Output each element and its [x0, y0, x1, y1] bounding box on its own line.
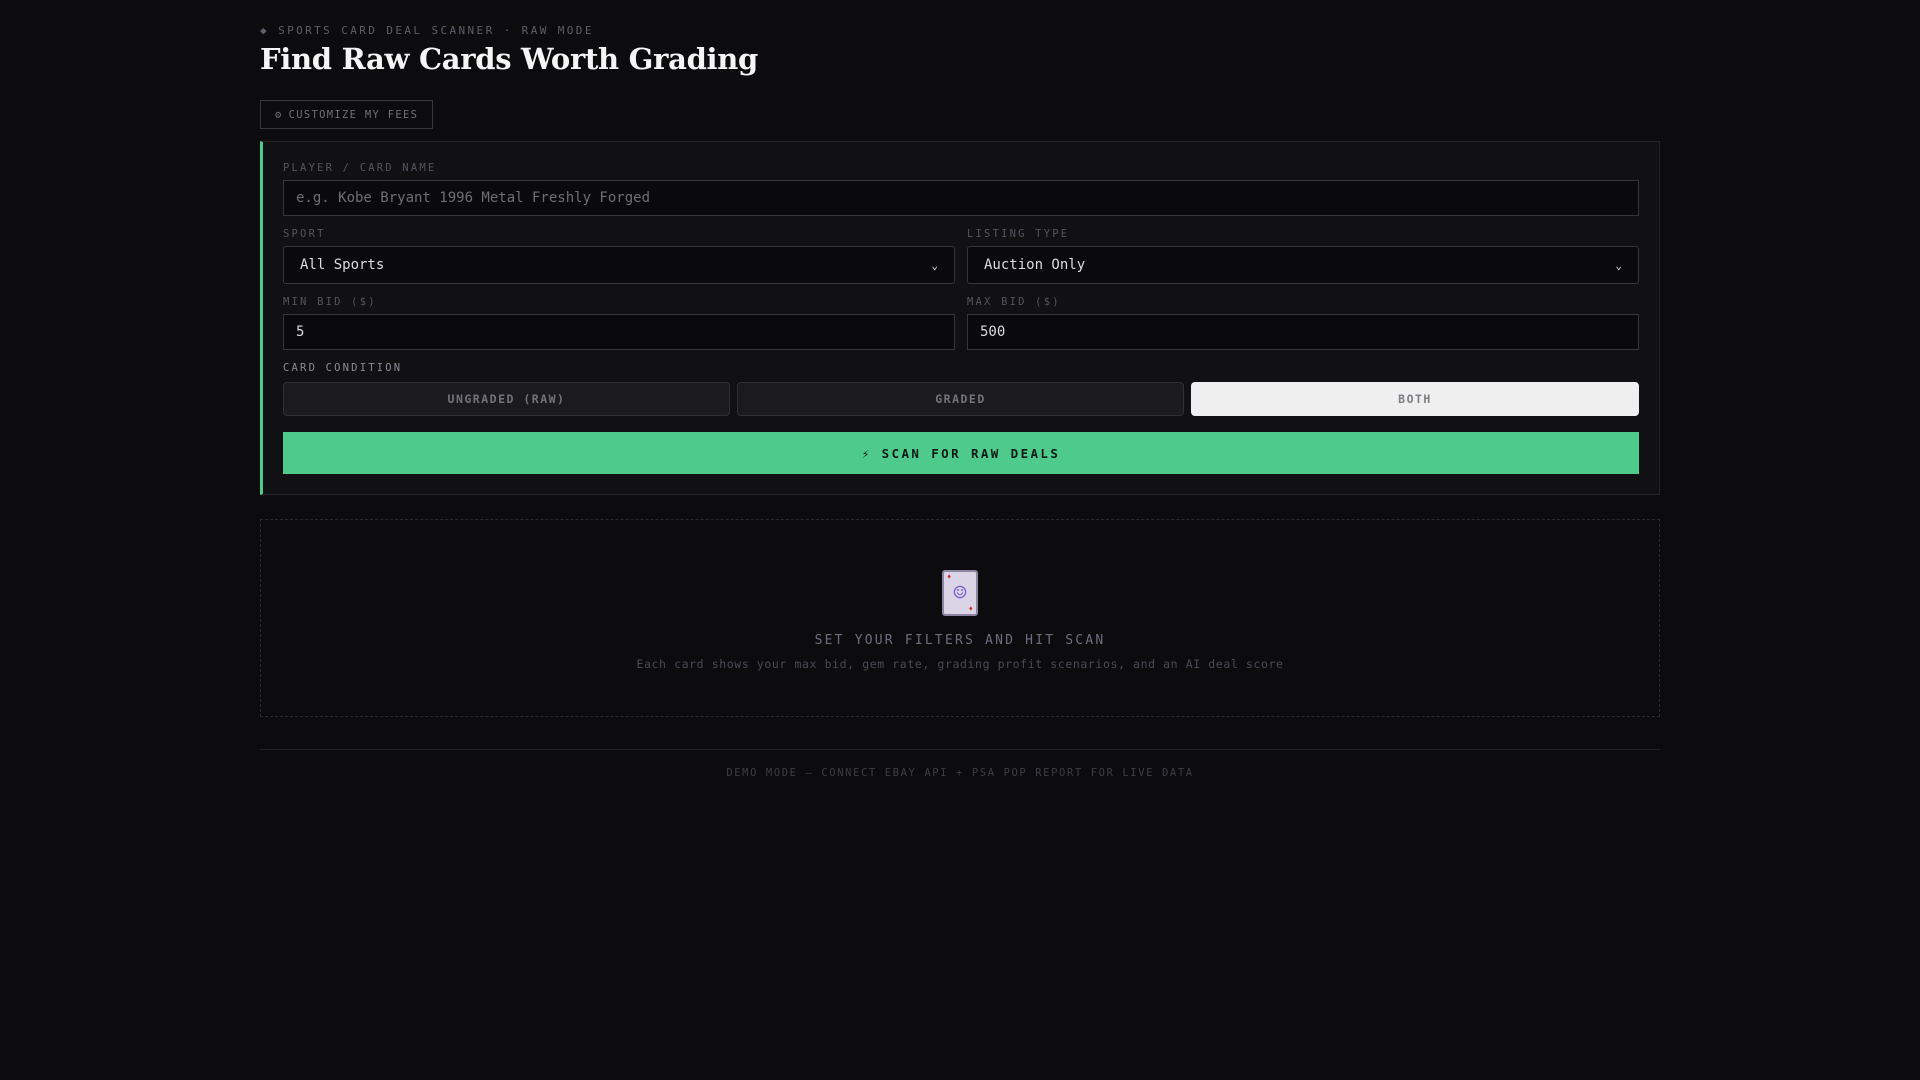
sport-select-value: All Sports — [300, 257, 385, 273]
sport-label: SPORT — [283, 228, 326, 240]
sport-select[interactable]: All Sports ⌄ — [283, 246, 955, 284]
listing-type-select[interactable]: Auction Only ⌄ — [967, 246, 1639, 284]
eyebrow-text: SPORTS CARD DEAL SCANNER · RAW MODE — [278, 24, 594, 37]
listing-type-value: Auction Only — [984, 257, 1086, 273]
page-title: Find Raw Cards Worth Grading — [260, 42, 759, 76]
chevron-down-icon: ⌄ — [1615, 258, 1622, 272]
empty-state-subtitle: Each card shows your max bid, gem rate, … — [636, 657, 1284, 671]
min-bid-input[interactable] — [283, 314, 955, 350]
listing-type-label: LISTING TYPE — [967, 228, 1070, 240]
condition-ungraded-button[interactable]: UNGRADED (RAW) — [283, 382, 730, 416]
max-bid-label: MAX BID ($) — [967, 296, 1061, 308]
customize-fees-label: CUSTOMIZE MY FEES — [288, 108, 419, 121]
scan-button-label: SCAN FOR RAW DEALS — [881, 445, 1061, 461]
empty-state-title: SET YOUR FILTERS AND HIT SCAN — [814, 633, 1106, 648]
joker-card-icon: ♦ ☺ ♦ — [942, 570, 978, 616]
player-label: PLAYER / CARD NAME — [283, 162, 437, 174]
condition-graded-button[interactable]: GRADED — [737, 382, 1184, 416]
gear-icon: ⚙ — [275, 108, 283, 121]
chevron-down-icon: ⌄ — [931, 258, 938, 272]
max-bid-input[interactable] — [967, 314, 1639, 350]
card-condition-label: CARD CONDITION — [283, 362, 403, 374]
min-bid-label: MIN BID ($) — [283, 296, 377, 308]
lightning-icon: ⚡ — [861, 445, 872, 461]
footer-note: DEMO MODE — CONNECT EBAY API + PSA POP R… — [726, 767, 1194, 779]
app-eyebrow: ◆ SPORTS CARD DEAL SCANNER · RAW MODE — [260, 24, 594, 37]
scan-button[interactable]: ⚡ SCAN FOR RAW DEALS — [283, 432, 1639, 474]
player-name-input[interactable] — [283, 180, 1639, 216]
footer-divider — [260, 749, 1660, 750]
condition-both-button[interactable]: BOTH — [1191, 382, 1639, 416]
diamond-icon: ◆ — [260, 24, 270, 37]
customize-fees-button[interactable]: ⚙ CUSTOMIZE MY FEES — [260, 100, 434, 129]
filter-panel: PLAYER / CARD NAME SPORT All Sports ⌄ LI… — [260, 141, 1660, 495]
empty-state: ♦ ☺ ♦ SET YOUR FILTERS AND HIT SCAN Each… — [260, 519, 1660, 717]
